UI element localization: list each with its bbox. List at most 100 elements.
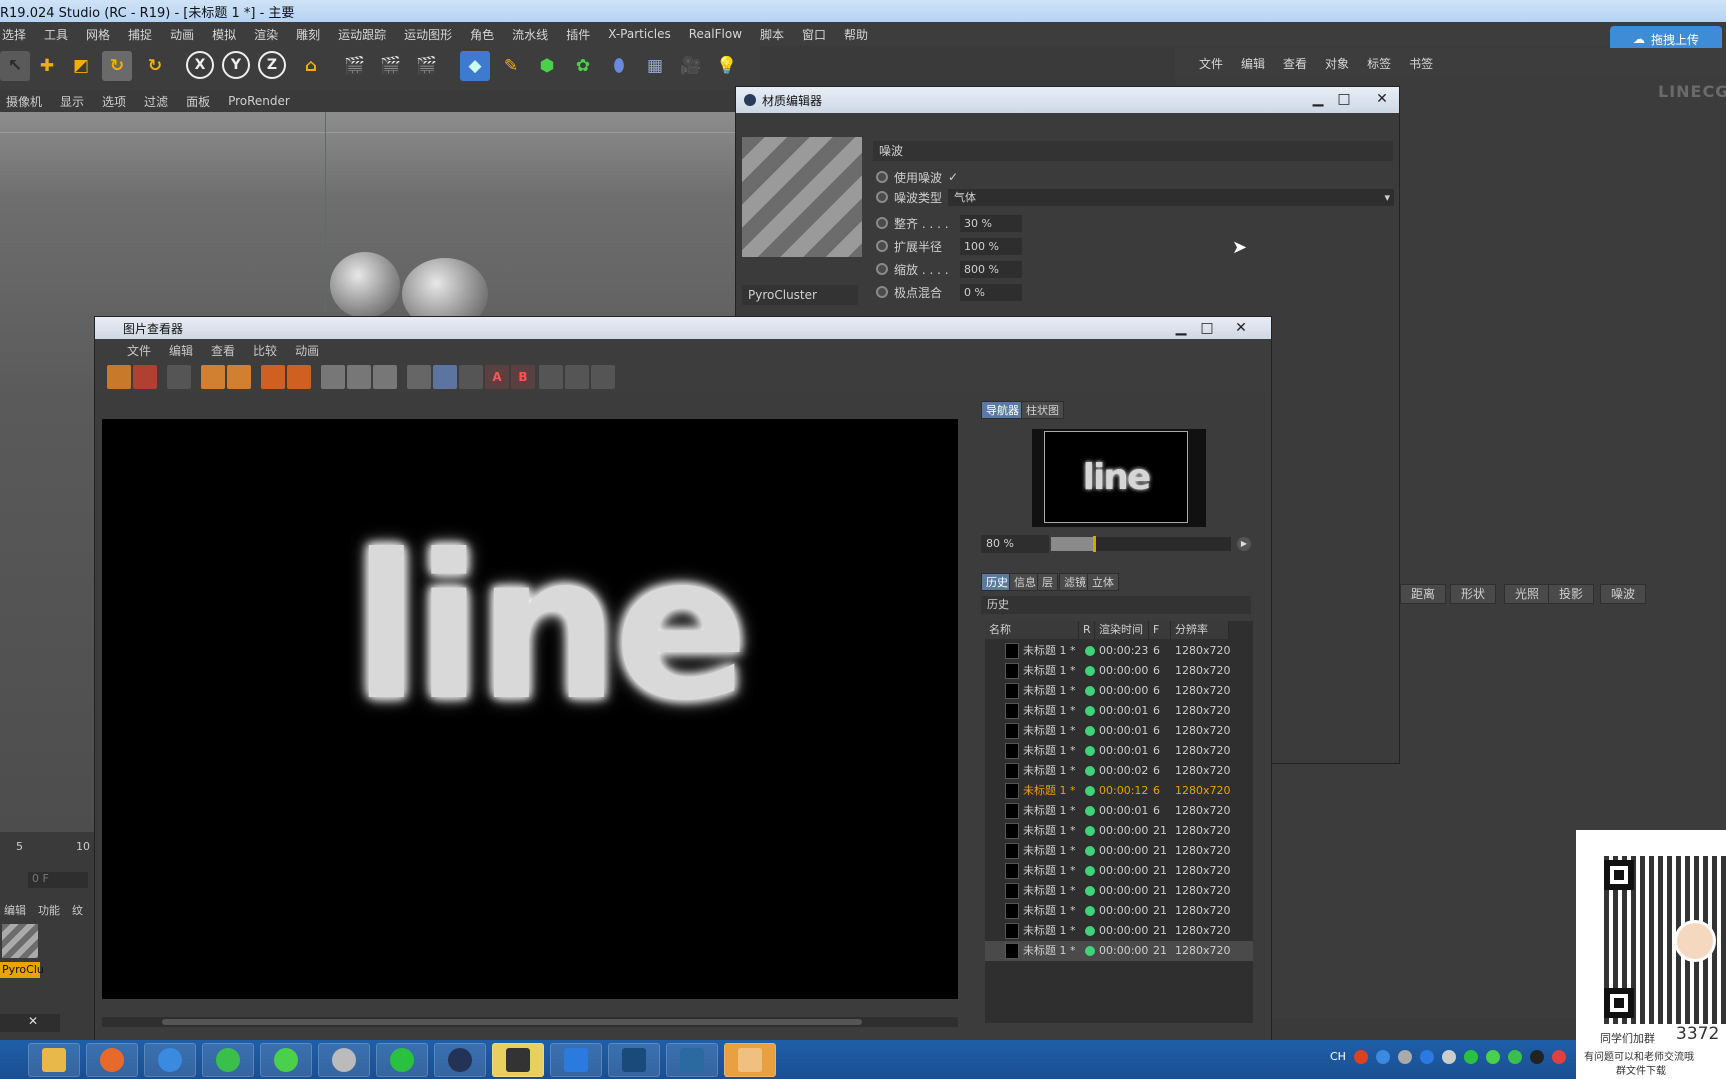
param-value-field[interactable]: 800 % [960, 260, 1022, 278]
viewport-menu-item[interactable]: 面板 [186, 93, 210, 110]
deformer-icon[interactable]: ⬮ [604, 51, 634, 81]
main-menu-item[interactable]: 捕捉 [128, 26, 152, 43]
history-row[interactable]: 未标题 1 * 00:00:00 21 1280x720 [985, 821, 1253, 841]
main-menu-item[interactable]: 脚本 [760, 26, 784, 43]
main-menu-item[interactable]: 运动图形 [404, 26, 452, 43]
history-row[interactable]: 未标题 1 * 00:00:00 6 1280x720 [985, 661, 1253, 681]
picture-viewer-menu-item[interactable]: 查看 [211, 342, 235, 359]
horizontal-scrollbar[interactable] [102, 1017, 958, 1027]
history-row[interactable]: 未标题 1 * 00:00:00 21 1280x720 [985, 941, 1253, 961]
history-row[interactable]: 未标题 1 * 00:00:12 6 1280x720 [985, 781, 1253, 801]
help-icon[interactable] [1375, 1050, 1390, 1064]
explorer-task[interactable] [28, 1043, 80, 1077]
material-manager-menu-item[interactable]: 纹 [72, 902, 83, 918]
render-canvas[interactable]: line [102, 419, 958, 999]
history-row[interactable]: 未标题 1 * 00:00:01 6 1280x720 [985, 741, 1253, 761]
fit-width-icon[interactable] [565, 365, 589, 389]
viewport-menu-item[interactable]: 显示 [60, 93, 84, 110]
grid-icon[interactable] [167, 365, 191, 389]
main-menu-item[interactable]: 网格 [86, 26, 110, 43]
editor-task[interactable] [666, 1043, 718, 1077]
history-row[interactable]: 未标题 1 * 00:00:23 6 1280x720 [985, 641, 1253, 661]
close-icon[interactable]: ✕ [1229, 319, 1253, 337]
ab-swap-icon[interactable] [433, 365, 457, 389]
person-icon[interactable] [227, 365, 251, 389]
column-name[interactable]: 名称 [985, 621, 1079, 639]
y-axis-icon[interactable]: Y [222, 51, 250, 79]
recent-tool-icon[interactable]: ↻ [140, 51, 170, 81]
main-menu-item[interactable]: 运动跟踪 [338, 26, 386, 43]
ime-icon[interactable] [1353, 1050, 1368, 1064]
attribute-tab[interactable]: 形状 [1450, 584, 1497, 604]
layers-icon[interactable] [287, 365, 311, 389]
light-icon[interactable]: 💡 [712, 51, 742, 81]
open-icon[interactable] [107, 365, 131, 389]
main-menu-item[interactable]: 渲染 [254, 26, 278, 43]
x-axis-icon[interactable]: X [186, 51, 214, 79]
picture-viewer-menu-item[interactable]: 动画 [295, 342, 319, 359]
attribute-tab[interactable]: 距离 [1400, 584, 1447, 604]
object-manager-menu-item[interactable]: 书签 [1409, 55, 1433, 72]
noise-param-row[interactable]: 扩展半径 100 % [876, 236, 1022, 256]
history-row[interactable]: 未标题 1 * 00:00:01 6 1280x720 [985, 721, 1253, 741]
media-task[interactable] [86, 1043, 138, 1077]
close-icon[interactable]: ✕ [1370, 90, 1394, 108]
attribute-tab[interactable]: 光照 [1504, 584, 1551, 604]
preview-b-icon[interactable] [347, 365, 371, 389]
viewport-menu-item[interactable]: ProRender [228, 94, 290, 108]
main-menu-item[interactable]: 窗口 [802, 26, 826, 43]
history-row[interactable]: 未标题 1 * 00:00:01 6 1280x720 [985, 701, 1253, 721]
history-row[interactable]: 未标题 1 * 00:00:01 6 1280x720 [985, 801, 1253, 821]
scene-object[interactable] [330, 252, 400, 318]
animate-radio[interactable] [876, 263, 888, 275]
attribute-tab[interactable]: 投影 [1548, 584, 1595, 604]
use-noise-row[interactable]: 使用噪波 ✓ [876, 167, 958, 187]
frame-field[interactable]: 0 F [28, 872, 88, 888]
picture-viewer-menu-item[interactable]: 文件 [127, 342, 151, 359]
material-manager-menu-item[interactable]: 功能 [38, 902, 60, 918]
maximize-icon[interactable]: □ [1195, 319, 1219, 337]
close-tab[interactable]: ✕ [0, 1014, 60, 1032]
scrollbar-thumb[interactable] [162, 1019, 862, 1025]
language-indicator[interactable]: CH [1330, 1050, 1346, 1064]
material-preview[interactable] [742, 137, 862, 257]
tab-layers[interactable]: 层 [1037, 573, 1058, 591]
wechat-tray-icon[interactable] [1463, 1050, 1478, 1064]
attribute-tab[interactable]: 噪波 [1600, 584, 1647, 604]
linecg-task[interactable] [608, 1043, 660, 1077]
camera-task[interactable] [318, 1043, 370, 1077]
history-row[interactable]: 未标题 1 * 00:00:00 21 1280x720 [985, 901, 1253, 921]
app-task[interactable] [724, 1043, 776, 1077]
noise-param-row[interactable]: 缩放 . . . . 800 % [876, 259, 1022, 279]
minimize-icon[interactable]: ▁ [1169, 319, 1193, 337]
column-resolution[interactable]: 分辨率 [1171, 621, 1229, 639]
object-manager-menu-item[interactable]: 查看 [1283, 55, 1307, 72]
picture-viewer-menu-item[interactable]: 编辑 [169, 342, 193, 359]
render-view-icon[interactable]: 🎬 [340, 51, 370, 81]
render-region-icon[interactable] [201, 365, 225, 389]
main-menu-item[interactable]: 选择 [2, 26, 26, 43]
main-menu-item[interactable]: 流水线 [512, 26, 548, 43]
compare-icon[interactable] [373, 365, 397, 389]
baidu-task[interactable] [144, 1043, 196, 1077]
animate-radio[interactable] [876, 171, 888, 183]
material-manager-menu-item[interactable]: 编辑 [4, 902, 26, 918]
viewport-menu-item[interactable]: 过滤 [144, 93, 168, 110]
wechat-task[interactable] [376, 1043, 428, 1077]
material-thumbnail[interactable] [2, 924, 38, 958]
column-f[interactable]: F [1149, 621, 1171, 639]
history-row[interactable]: 未标题 1 * 00:00:00 21 1280x720 [985, 881, 1253, 901]
video-task[interactable] [260, 1043, 312, 1077]
object-manager-menu-item[interactable]: 编辑 [1241, 55, 1265, 72]
timeline[interactable]: 5 10 0 F [0, 832, 94, 896]
tab-navigator[interactable]: 导航器 [981, 401, 1024, 419]
player-tray-icon[interactable] [1419, 1050, 1434, 1064]
tab-stereo[interactable]: 立体 [1087, 573, 1119, 591]
render-picture-viewer-icon[interactable]: 🎬 [376, 51, 406, 81]
animate-radio[interactable] [876, 286, 888, 298]
scale-icon[interactable]: ◩ [66, 51, 96, 81]
history-row[interactable]: 未标题 1 * 00:00:02 6 1280x720 [985, 761, 1253, 781]
main-menu-item[interactable]: 雕刻 [296, 26, 320, 43]
main-menu-item[interactable]: 工具 [44, 26, 68, 43]
z-axis-icon[interactable]: Z [258, 51, 286, 79]
